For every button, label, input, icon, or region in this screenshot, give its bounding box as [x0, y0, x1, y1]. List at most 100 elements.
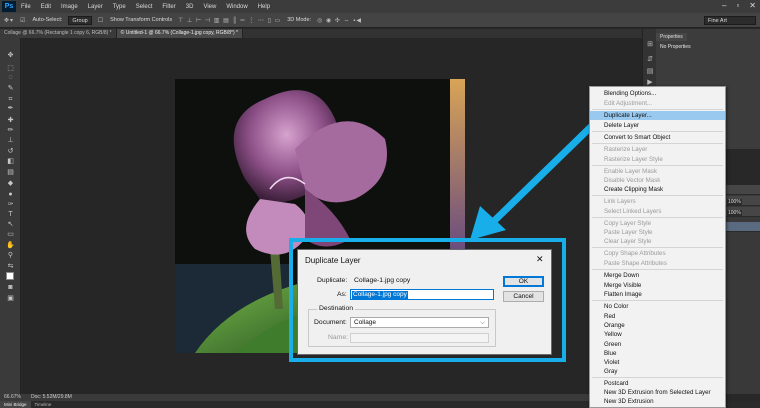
tab-timeline[interactable]: Timeline [31, 401, 56, 408]
document-select-value: Collage [354, 319, 377, 326]
adjust-panel-icon[interactable]: ⇵ [646, 56, 654, 64]
eraser-tool-icon[interactable]: ◧ [5, 158, 16, 166]
quick-select-tool-icon[interactable]: ✎ [5, 85, 16, 93]
ok-button[interactable]: OK [503, 276, 544, 287]
menu-clear-layer-style[interactable]: Clear Layer Style [604, 238, 651, 246]
menu-merge-visible[interactable]: Merge Visible [604, 282, 641, 290]
menu-paste-layer-style[interactable]: Paste Layer Style [604, 229, 653, 237]
lasso-tool-icon[interactable]: ◌ [5, 74, 16, 82]
menu-view[interactable]: View [198, 4, 221, 10]
path-select-tool-icon[interactable]: ↖ [5, 221, 16, 229]
document-tabs: Collage @ 66.7% (Rectangle 1 copy 6, RGB… [0, 29, 642, 38]
menu-postcard[interactable]: Postcard [604, 380, 628, 388]
menu-filter[interactable]: Filter [157, 4, 180, 10]
menu-blending-options[interactable]: Blending Options... [604, 90, 656, 98]
menu-select-linked-layers[interactable]: Select Linked Layers [604, 208, 661, 216]
dialog-close-icon[interactable]: ✕ [536, 254, 544, 265]
menu-3d[interactable]: 3D [181, 4, 199, 10]
gradient-tool-icon[interactable]: ▤ [5, 169, 16, 177]
menu-help[interactable]: Help [253, 4, 275, 10]
name-input[interactable] [350, 333, 489, 343]
menu-orange[interactable]: Orange [604, 322, 625, 330]
opacity-value[interactable]: 100% [727, 199, 742, 205]
fill-value[interactable]: 100% [727, 210, 742, 216]
menu-file[interactable]: File [16, 4, 36, 10]
minimize-icon[interactable]: – [722, 1, 726, 10]
history-brush-tool-icon[interactable]: ↺ [5, 148, 16, 156]
shape-tool-icon[interactable]: ▭ [5, 231, 16, 239]
document-select[interactable]: Collage ⌵ [350, 317, 489, 328]
type-tool-icon[interactable]: T [5, 211, 16, 219]
tab-mini-bridge[interactable]: Mini Bridge [0, 401, 31, 408]
dodge-tool-icon[interactable]: ● [5, 191, 16, 199]
menu-yellow[interactable]: Yellow [604, 331, 622, 339]
menu-flatten-image[interactable]: Flatten Image [604, 291, 642, 299]
menu-new-3d-extrusion[interactable]: New 3D Extrusion [604, 398, 654, 406]
properties-tab[interactable]: Properties [656, 33, 687, 41]
menu-edit-adjustment[interactable]: Edit Adjustment... [604, 100, 652, 108]
3d-mode-icons[interactable]: ◎ ◉ ✣ ⇔ ▪◀ [317, 17, 362, 24]
restore-icon[interactable]: ▫ [736, 1, 739, 10]
tab-untitled-1[interactable]: © Untitled-1 @ 66.7% (Collage-1.jpg copy… [116, 29, 243, 38]
eyedropper-tool-icon[interactable]: ✒ [5, 105, 16, 113]
menu-disable-vector-mask[interactable]: Disable Vector Mask [604, 177, 660, 185]
tab-collage[interactable]: Collage @ 66.7% (Rectangle 1 copy 6, RGB… [0, 29, 117, 38]
brush-tool-icon[interactable]: ✏ [5, 127, 16, 135]
move-tool-icon[interactable]: ✥▾ [4, 17, 14, 24]
info-panel-icon[interactable]: ▤ [646, 68, 654, 76]
3d-mode-label: 3D Mode: [287, 17, 312, 23]
foreground-color-swatch[interactable] [6, 272, 14, 280]
blur-tool-icon[interactable]: ◆ [5, 180, 16, 188]
pen-tool-icon[interactable]: ✑ [5, 201, 16, 209]
quick-mask-icon[interactable]: ◙ [5, 284, 16, 292]
menu-no-color[interactable]: No Color [604, 303, 628, 311]
as-name-selected-text[interactable]: Collage-1.jpg copy [352, 291, 408, 299]
menu-blue[interactable]: Blue [604, 350, 616, 358]
menu-3d-extrusion-selected[interactable]: New 3D Extrusion from Selected Layer [604, 389, 711, 397]
doc-size[interactable]: Doc: 5.52M/29.8M [31, 394, 72, 401]
align-icons[interactable]: ⊤ ⊥ ⊢ ⊣ ▥ ▤ ║ ═ ⋮ ⋯ ▯ ▭ [178, 17, 281, 24]
menu-copy-layer-style[interactable]: Copy Layer Style [604, 220, 651, 228]
menu-green[interactable]: Green [604, 341, 621, 349]
marquee-tool-icon[interactable]: ⬚ [5, 65, 16, 73]
menu-enable-layer-mask[interactable]: Enable Layer Mask [604, 168, 657, 176]
stamp-tool-icon[interactable]: ⊥ [5, 137, 16, 145]
menu-link-layers[interactable]: Link Layers [604, 198, 636, 206]
cancel-button[interactable]: Cancel [503, 291, 544, 302]
menu-paste-shape-attributes[interactable]: Paste Shape Attributes [604, 260, 667, 268]
auto-select-checkbox[interactable]: ☑ [20, 17, 26, 24]
menu-rasterize-layer[interactable]: Rasterize Layer [604, 146, 647, 154]
photoshop-logo: Ps [2, 1, 16, 12]
menu-rasterize-layer-style[interactable]: Rasterize Layer Style [604, 156, 663, 164]
move-tool-icon[interactable]: ✥ [5, 52, 16, 60]
zoom-level[interactable]: 66.67% [4, 394, 21, 401]
transform-checkbox[interactable]: ☐ [98, 17, 104, 24]
history-panel-icon[interactable]: ⊞ [646, 41, 654, 49]
menu-delete-layer[interactable]: Delete Layer [604, 122, 639, 130]
menu-select[interactable]: Select [131, 4, 158, 10]
swatch-swap-icon[interactable]: ⇆ [5, 263, 16, 271]
duplicate-label: Duplicate: [317, 277, 348, 284]
close-window-icon[interactable]: ✕ [749, 1, 756, 10]
zoom-tool-icon[interactable]: ⚲ [5, 252, 16, 260]
workspace-select[interactable]: Fine Art [704, 16, 756, 25]
menu-duplicate-layer[interactable]: Duplicate Layer... [604, 112, 652, 120]
auto-select-dropdown[interactable]: Group [68, 15, 92, 25]
menu-copy-shape-attributes[interactable]: Copy Shape Attributes [604, 250, 666, 258]
screen-mode-icon[interactable]: ▣ [5, 295, 16, 303]
menu-merge-down[interactable]: Merge Down [604, 272, 639, 280]
hand-tool-icon[interactable]: ✋ [5, 242, 16, 250]
menu-convert-smart-object[interactable]: Convert to Smart Object [604, 134, 670, 142]
menu-violet[interactable]: Violet [604, 359, 619, 367]
crop-tool-icon[interactable]: ⌗ [5, 96, 16, 104]
menu-layer[interactable]: Layer [83, 4, 108, 10]
menu-gray[interactable]: Gray [604, 368, 617, 376]
menu-type[interactable]: Type [108, 4, 131, 10]
menu-create-clipping-mask[interactable]: Create Clipping Mask [604, 186, 663, 194]
menu-image[interactable]: Image [56, 4, 83, 10]
healing-tool-icon[interactable]: ✚ [5, 117, 16, 125]
menu-edit[interactable]: Edit [36, 4, 56, 10]
auto-select-label: Auto-Select: [32, 17, 63, 23]
menu-red[interactable]: Red [604, 313, 615, 321]
menu-window[interactable]: Window [221, 4, 252, 10]
